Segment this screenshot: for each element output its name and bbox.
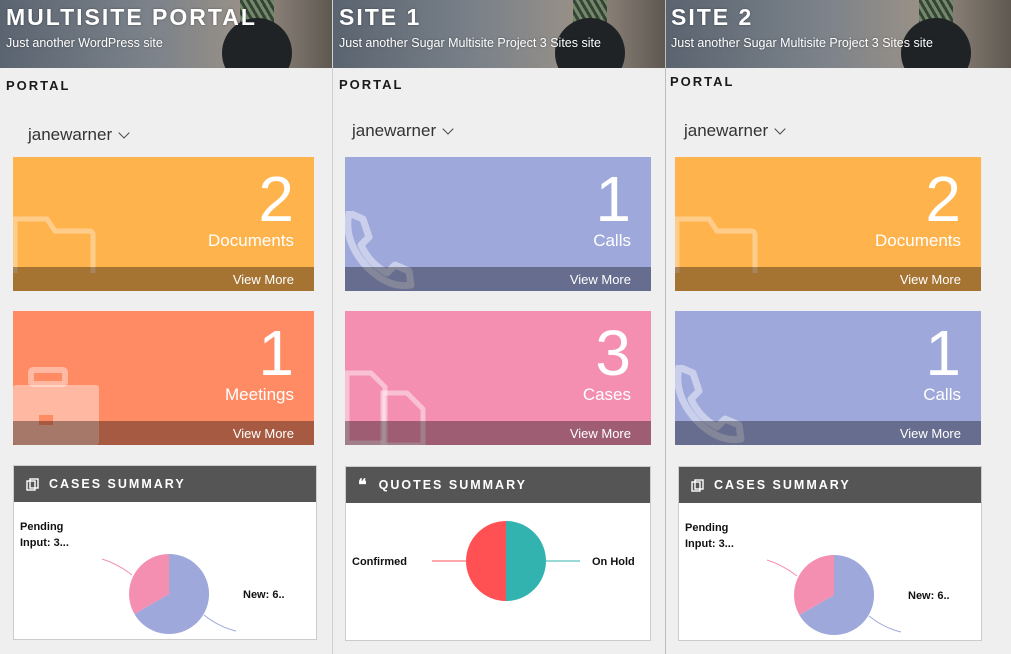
tile-label: Cases [582,385,631,404]
copy-icon [26,477,39,491]
documents-tile[interactable]: 2 Documents View More [13,157,314,291]
panel-header: ❝ QUOTES SUMMARY [346,467,650,503]
site-title-link[interactable]: MULTISITE PORTAL [6,4,257,31]
pie-chart-area: Confirmed On Hold [346,503,650,640]
site-banner: SITE 1 Just another Sugar Multisite Proj… [333,0,665,68]
site-title-link[interactable]: SITE 2 [671,4,753,31]
pie-label-pending: Pending Input: 3... [20,521,69,549]
tile-count: 2 [925,163,961,235]
username-label: janewarner [28,125,113,144]
portal-column-multisite: MULTISITE PORTAL Just another WordPress … [0,0,333,654]
leader-line-new [203,614,237,632]
site-tagline: Just another Sugar Multisite Project 3 S… [671,36,933,50]
panel-header: CASES SUMMARY [14,466,316,502]
tile-count: 2 [258,163,294,235]
tile-count: 1 [258,317,294,389]
site-tagline: Just another WordPress site [6,36,163,50]
chevron-down-icon [774,122,786,135]
tile-count: 1 [595,163,631,235]
documents-tile[interactable]: 2 Documents View More [675,157,981,291]
user-menu-dropdown[interactable]: janewarner [684,121,786,141]
leader-line-pending [766,559,798,577]
cases-summary-panel: CASES SUMMARY Pending Input: 3... New: 6… [13,465,317,640]
view-more-link[interactable]: View More [233,426,294,441]
tile-label: Calls [593,231,631,250]
view-more-link[interactable]: View More [570,426,631,441]
panel-title: QUOTES SUMMARY [378,478,527,492]
site-tagline: Just another Sugar Multisite Project 3 S… [339,36,601,50]
pie-slice-onhold [506,521,546,601]
copy-icon [691,478,704,492]
portal-column-site1: SITE 1 Just another Sugar Multisite Proj… [333,0,666,654]
portal-menu-link[interactable]: PORTAL [670,74,734,89]
view-more-link[interactable]: View More [570,272,631,287]
site-banner: MULTISITE PORTAL Just another WordPress … [0,0,332,68]
user-menu-dropdown[interactable]: janewarner [28,125,130,145]
calls-tile[interactable]: 1 Calls View More [345,157,651,291]
cases-summary-panel: CASES SUMMARY Pending Input: 3... New: 6… [678,466,982,641]
pie-label-confirmed: Confirmed [352,556,407,568]
quotes-summary-panel: ❝ QUOTES SUMMARY Confirmed On Hold [345,466,651,641]
portal-menu-link[interactable]: PORTAL [339,77,403,92]
view-more-link[interactable]: View More [233,272,294,287]
pie-chart-area: Pending Input: 3... New: 6.. [679,503,981,640]
user-menu-dropdown[interactable]: janewarner [352,121,454,141]
pie-slice-confirmed [466,521,506,601]
tile-count: 1 [925,317,961,389]
panel-title: CASES SUMMARY [714,478,851,492]
leader-line-pending [101,558,133,576]
tile-label: Documents [875,231,961,250]
pie-chart [432,521,580,601]
panel-title: CASES SUMMARY [49,477,186,491]
site-banner: SITE 2 Just another Sugar Multisite Proj… [666,0,1011,68]
chevron-down-icon [118,126,130,139]
pie-label-new: New: 6.. [243,589,285,601]
pie-label-pending: Pending Input: 3... [685,522,734,550]
chevron-down-icon [442,122,454,135]
view-more-link[interactable]: View More [900,426,961,441]
tile-count: 3 [595,317,631,389]
view-more-link[interactable]: View More [900,272,961,287]
username-label: janewarner [352,121,437,140]
site-title-link[interactable]: SITE 1 [339,4,421,31]
leader-line-new [868,615,902,633]
portal-menu-link[interactable]: PORTAL [6,78,70,93]
tile-label: Meetings [225,385,294,404]
pie-chart-area: Pending Input: 3... New: 6.. [14,502,316,639]
cases-tile[interactable]: 3 Cases View More [345,311,651,445]
pie-label-new: New: 6.. [908,590,950,602]
username-label: janewarner [684,121,769,140]
portal-column-site2: SITE 2 Just another Sugar Multisite Proj… [666,0,1011,654]
tile-label: Calls [923,385,961,404]
quote-icon: ❝ [358,475,369,494]
tile-label: Documents [208,231,294,250]
meetings-tile[interactable]: 1 Meetings View More [13,311,314,445]
panel-header: CASES SUMMARY [679,467,981,503]
pie-label-onhold: On Hold [592,556,635,568]
calls-tile[interactable]: 1 Calls View More [675,311,981,445]
